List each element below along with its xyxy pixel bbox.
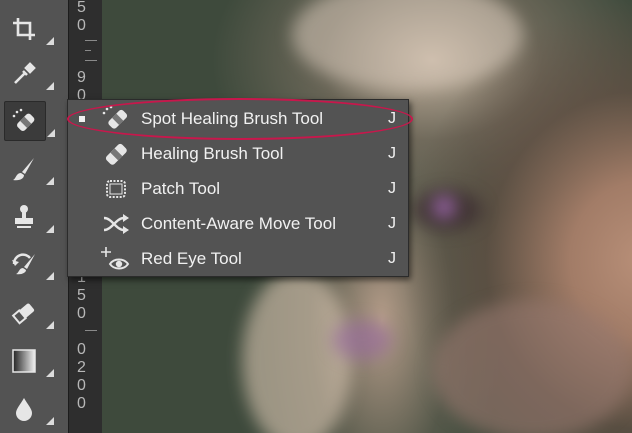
eyedropper-icon: [14, 62, 36, 84]
menu-item-label: Patch Tool: [141, 179, 221, 198]
history-brush-tool-button[interactable]: [4, 245, 54, 283]
tools-panel: [0, 0, 69, 433]
ruler-digit: 5: [77, 287, 86, 304]
blur-drop-icon: [16, 398, 32, 421]
crop-tool-button[interactable]: [4, 10, 54, 48]
more-tools-indicator: [46, 417, 54, 425]
more-tools-indicator: [46, 177, 54, 185]
eyedropper-tool-button[interactable]: [4, 55, 54, 93]
hair-highlight: [292, 0, 522, 90]
more-tools-indicator: [46, 321, 54, 329]
menu-item-label: Healing Brush Tool: [141, 144, 284, 163]
eye-reflection: [432, 195, 456, 219]
menu-item-shortcut: J: [388, 180, 396, 197]
cheek-shading: [432, 300, 632, 433]
more-tools-indicator: [46, 369, 54, 377]
ruler-digit: 0: [77, 17, 86, 34]
stamp-icon: [15, 205, 33, 228]
healing-brush-icon: [105, 143, 127, 165]
lip-tint: [332, 320, 392, 360]
brush-tool-button[interactable]: [4, 150, 54, 188]
more-tools-indicator: [46, 272, 54, 280]
menu-item-content-aware-move[interactable]: Content-Aware Move Tool J: [68, 207, 408, 241]
patch-icon: [106, 180, 126, 198]
ruler-tick: [85, 40, 97, 41]
more-tools-indicator: [46, 82, 54, 90]
ruler-tick: [85, 60, 97, 61]
menu-item-red-eye[interactable]: Red Eye Tool J: [68, 242, 408, 276]
blur-tool-button[interactable]: [4, 390, 54, 428]
ruler-digit: 0: [77, 305, 86, 322]
eraser-tool-button[interactable]: [4, 294, 54, 332]
history-brush-icon: [12, 253, 35, 275]
more-tools-indicator: [47, 129, 55, 137]
ruler-tick: [85, 50, 91, 51]
ruler-digit: 0: [77, 341, 86, 358]
menu-item-label: Content-Aware Move Tool: [141, 214, 336, 233]
spot-healing-tool-button[interactable]: [4, 101, 55, 141]
ruler-digit: 2: [77, 359, 86, 376]
clone-stamp-tool-button[interactable]: [4, 198, 54, 236]
menu-item-patch[interactable]: Patch Tool J: [68, 172, 408, 206]
gradient-icon: [12, 349, 36, 373]
menu-item-shortcut: J: [388, 215, 396, 232]
ruler-digit: 9: [77, 69, 86, 86]
menu-item-healing-brush[interactable]: Healing Brush Tool J: [68, 137, 408, 171]
ruler-digit: 0: [77, 377, 86, 394]
menu-item-shortcut: J: [388, 145, 396, 162]
red-eye-icon: [101, 247, 130, 270]
menu-item-label: Red Eye Tool: [141, 249, 242, 268]
eraser-icon: [11, 303, 35, 325]
more-tools-indicator: [46, 225, 54, 233]
brush-icon: [13, 158, 34, 181]
menu-item-shortcut: J: [388, 250, 396, 267]
crop-icon: [13, 18, 35, 40]
ruler-digit: 0: [77, 395, 86, 412]
hair-strand-highlight: [242, 270, 352, 433]
more-tools-indicator: [46, 37, 54, 45]
ruler-digit: 5: [77, 0, 86, 16]
spot-healing-icon: [12, 108, 35, 131]
gradient-tool-button[interactable]: [4, 342, 54, 380]
content-aware-move-icon: [103, 214, 129, 234]
ruler-tick: [85, 330, 97, 331]
annotation-highlight-ellipse: [67, 98, 413, 140]
